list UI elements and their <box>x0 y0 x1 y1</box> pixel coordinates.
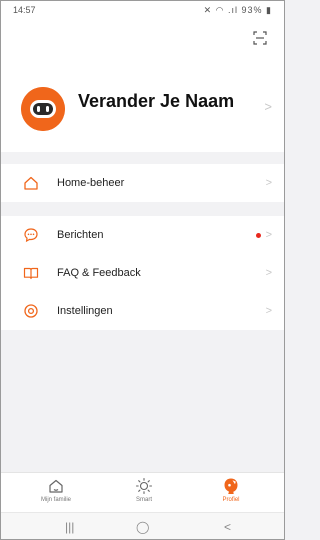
tab-label: Profiel <box>222 497 240 503</box>
profile-tab-icon <box>224 478 238 494</box>
unread-badge <box>256 232 261 238</box>
house-icon <box>24 176 38 190</box>
back-button[interactable]: < <box>224 520 231 534</box>
recent-apps-button[interactable]: ||| <box>65 520 74 534</box>
app-screen: 14:57 ✕ ◠ .ıl 93% ▮ Verander Je Naam > H… <box>0 0 285 540</box>
book-icon <box>23 267 39 280</box>
bottom-tab-bar: Mijn familie Smart Profiel <box>1 472 284 512</box>
status-time: 14:57 <box>13 5 36 15</box>
menu-label-faq: FAQ & Feedback <box>57 267 141 279</box>
status-indicators: ✕ ◠ .ıl 93% ▮ <box>203 5 272 15</box>
tab-profile[interactable]: Profiel <box>196 477 266 503</box>
menu-item-messages[interactable]: Berichten > <box>1 216 284 254</box>
chevron-right-icon: > <box>265 267 272 279</box>
menu-label-messages: Berichten <box>57 229 104 241</box>
menu-group-main: Berichten > FAQ & Feedback > Instellinge… <box>1 216 284 330</box>
chevron-right-icon: > <box>265 229 272 241</box>
chat-bubble-icon <box>24 228 38 243</box>
tab-label: Smart <box>135 497 152 503</box>
chevron-right-icon: > <box>265 305 272 317</box>
tab-my-family[interactable]: Mijn familie <box>21 477 91 503</box>
menu-label-settings: Instellingen <box>57 305 113 317</box>
sun-icon <box>135 477 153 495</box>
tab-smart[interactable]: Smart <box>109 477 179 503</box>
robot-avatar-icon[interactable] <box>21 87 65 131</box>
settings-icon <box>24 304 38 318</box>
home-button[interactable]: ◯ <box>136 520 149 534</box>
scan-icon[interactable] <box>253 31 267 45</box>
home-tab-icon <box>49 479 63 493</box>
chevron-right-icon: > <box>265 177 272 189</box>
menu-item-settings[interactable]: Instellingen > <box>1 292 284 330</box>
profile-name[interactable]: Verander Je Naam <box>78 91 234 112</box>
profile-header: Verander Je Naam > <box>1 19 284 152</box>
tab-label: Mijn familie <box>40 497 71 503</box>
menu-group-home: Home-beheer > <box>1 164 284 202</box>
chevron-right-icon[interactable]: > <box>264 99 272 114</box>
status-bar: 14:57 ✕ ◠ .ıl 93% ▮ <box>1 1 284 19</box>
menu-item-faq[interactable]: FAQ & Feedback > <box>1 254 284 292</box>
menu-label-home: Home-beheer <box>57 177 125 189</box>
menu-item-home[interactable]: Home-beheer > <box>1 164 284 202</box>
system-navigation-bar: ||| ◯ < <box>1 512 284 539</box>
